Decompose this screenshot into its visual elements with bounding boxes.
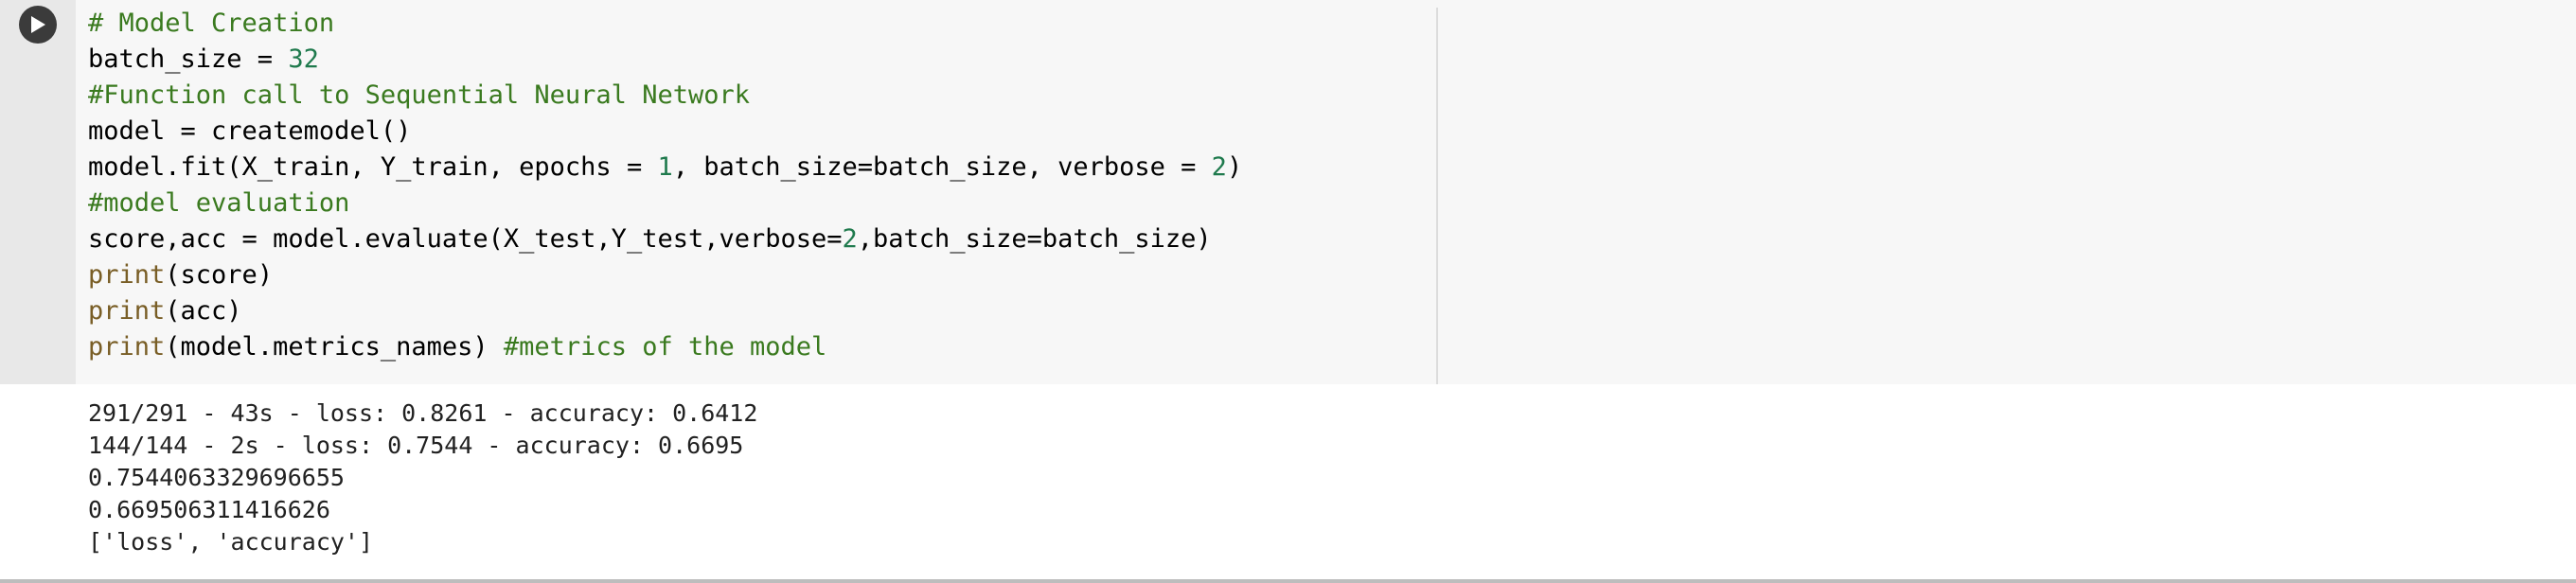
code-token-num: 32 <box>288 44 319 74</box>
code-token-fn: print <box>88 260 166 290</box>
code-line[interactable]: #model evaluation <box>88 186 1242 221</box>
cell-output: 291/291 - 43s - loss: 0.8261 - accuracy:… <box>0 384 2576 579</box>
code-token-comment: #model evaluation <box>88 188 350 218</box>
output-text: 291/291 - 43s - loss: 0.8261 - accuracy:… <box>88 398 757 558</box>
code-token-num: 2 <box>1211 152 1227 182</box>
code-token-comment: # Model Creation <box>88 9 335 38</box>
code-token-num: 2 <box>842 224 858 254</box>
code-line[interactable]: print(model.metrics_names) #metrics of t… <box>88 329 1242 365</box>
run-cell-button[interactable] <box>19 6 57 44</box>
code-line[interactable]: score,acc = model.evaluate(X_test,Y_test… <box>88 221 1242 257</box>
code-token-plain: ) <box>1226 152 1243 182</box>
code-token-plain: (score) <box>165 260 274 290</box>
code-cell: # Model Creation batch_size = 32 #Function… <box>0 0 2576 583</box>
code-line[interactable]: # Model Creation <box>88 6 1242 42</box>
notebook-view: # Model Creation batch_size = 32 #Function… <box>0 0 2576 583</box>
code-token-num: 1 <box>657 152 673 182</box>
cell-gutter <box>0 0 76 384</box>
editor-ruler <box>1436 8 1438 384</box>
code-token-plain: (model.metrics_names) <box>165 332 504 362</box>
code-line[interactable]: model = createmodel() <box>88 114 1242 150</box>
code-token-fn: print <box>88 332 166 362</box>
output-line: 291/291 - 43s - loss: 0.8261 - accuracy:… <box>88 399 758 427</box>
code-token-plain: model.fit(X_train, Y_train, epochs = <box>88 152 658 182</box>
code-token-plain: (acc) <box>165 296 242 326</box>
code-token-plain: ,batch_size=batch_size) <box>857 224 1212 254</box>
code-line[interactable]: print(score) <box>88 257 1242 293</box>
code-token-comment: #metrics of the model <box>503 332 827 362</box>
code-token-plain: model = createmodel() <box>88 116 412 146</box>
output-line: 0.669506311416626 <box>88 496 330 523</box>
code-token-plain: score,acc = model.evaluate(X_test,Y_test… <box>88 224 843 254</box>
code-token-plain: batch_size = <box>88 44 289 74</box>
code-line[interactable]: model.fit(X_train, Y_train, epochs = 1, … <box>88 150 1242 186</box>
code-line[interactable]: print(acc) <box>88 293 1242 329</box>
code-line[interactable]: batch_size = 32 <box>88 42 1242 78</box>
output-line: 0.7544063329696655 <box>88 464 345 491</box>
code-line[interactable]: #Function call to Sequential Neural Netw… <box>88 78 1242 114</box>
play-icon <box>31 16 45 33</box>
code-content[interactable]: # Model Creation batch_size = 32 #Function… <box>88 6 1242 365</box>
output-line: 144/144 - 2s - loss: 0.7544 - accuracy: … <box>88 432 744 459</box>
output-line: ['loss', 'accuracy'] <box>88 528 374 556</box>
code-token-comment: #Function call to Sequential Neural Netw… <box>88 80 750 110</box>
cell-bottom-border <box>0 579 2576 583</box>
code-token-fn: print <box>88 296 166 326</box>
code-token-plain: , batch_size=batch_size, verbose = <box>672 152 1212 182</box>
